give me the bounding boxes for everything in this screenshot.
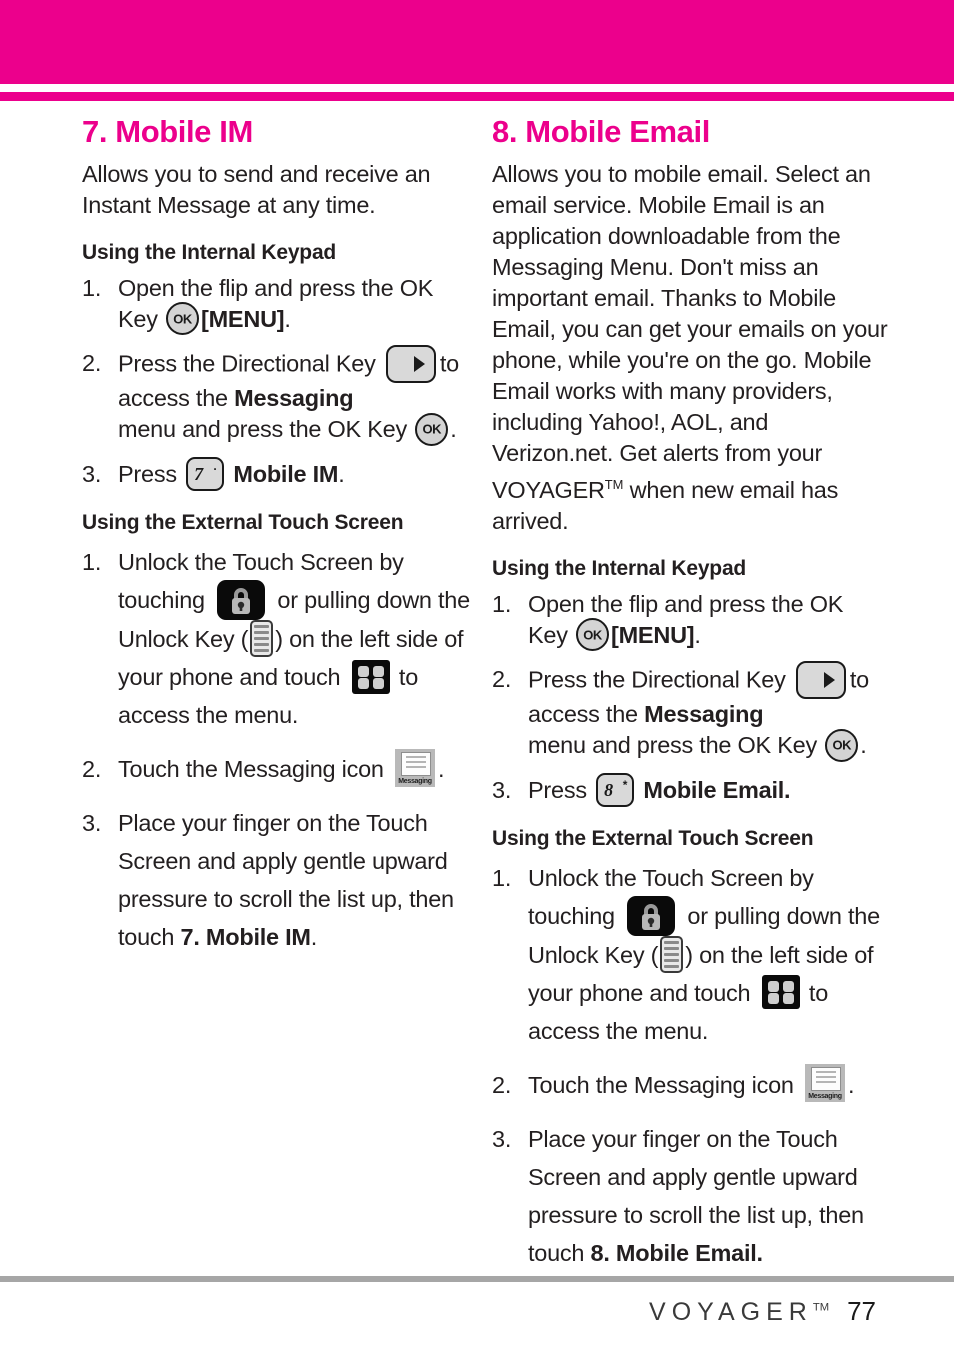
external-touch-steps-left: 1. Unlock the Touch Screen by touching or… [82, 543, 478, 956]
step-text: Press the Directional Key [118, 351, 376, 378]
lock-icon [217, 579, 266, 620]
step-text-end: . [310, 923, 318, 950]
step-number: 3. [492, 776, 512, 803]
step-number: 1. [492, 864, 512, 891]
unlock-key-icon [250, 620, 274, 658]
footer-rule [0, 1276, 954, 1282]
top-accent-band [0, 0, 954, 84]
step-text: Touch the Messaging icon [528, 1071, 794, 1098]
ok-key-icon [415, 412, 449, 446]
brand-text: VOYAGER [649, 1298, 813, 1326]
heading-external-touch-screen-left: Using the External Touch Screen [82, 510, 404, 534]
menu-grid-icon [761, 975, 800, 1010]
left-column: 7. Mobile IM Allows you to send and rece… [82, 101, 478, 972]
step-text-cont2: menu and press the OK Key [528, 732, 817, 759]
step-text-end: . [284, 306, 291, 333]
heading-internal-keypad-left: Using the Internal Keypad [82, 241, 337, 265]
internal-keypad-steps-right: 1.Open the flip and press the OK Key [ME… [492, 589, 888, 807]
step-text: Touch the Messaging icon [118, 755, 384, 782]
heading-internal-keypad-right: Using the Internal Keypad [492, 556, 747, 580]
mobile-email-menu-entry: 8. Mobile Email. [590, 1239, 764, 1266]
trademark-symbol: TM [604, 477, 624, 493]
ok-key-icon [166, 302, 200, 336]
list-item: 2. Touch the Messaging icon Messaging . [82, 748, 478, 788]
mobile-im-menu-entry: 7. Mobile IM [180, 923, 311, 950]
step-text: Press [118, 460, 177, 487]
step-text-end: . [338, 460, 345, 487]
trademark-symbol: TM [812, 1301, 830, 1314]
page-title-mobile-im: 7. Mobile IM [82, 114, 253, 149]
step-number: 3. [492, 1125, 512, 1152]
intro-text: Allows you to mobile email. Select an em… [492, 161, 888, 503]
key-seven-icon: 7 · [186, 456, 225, 491]
step-number: 2. [492, 1071, 512, 1098]
step-number: 3. [82, 809, 102, 836]
page-title-mobile-email: 8. Mobile Email [492, 114, 710, 149]
step-text-end: . [438, 755, 445, 782]
key-superscript: * [622, 777, 628, 792]
external-touch-steps-right: 1. Unlock the Touch Screen by touching or… [492, 859, 888, 1272]
messaging-app-icon: Messaging [395, 748, 435, 787]
list-item: 1. Unlock the Touch Screen by touching or… [82, 543, 478, 734]
unlock-key-icon [660, 935, 684, 973]
envelope-sheet [401, 751, 431, 776]
directional-key-icon [795, 661, 846, 700]
step-text-end: . [860, 732, 867, 759]
step-text-end: . [694, 621, 701, 648]
step-number: 2. [492, 666, 512, 693]
list-item: 3. Place your finger on the Touch Screen … [492, 1120, 888, 1272]
mobile-email-label: Mobile Email. [643, 776, 791, 803]
heading-external-touch-screen-right: Using the External Touch Screen [492, 826, 814, 850]
step-number: 2. [82, 350, 102, 377]
list-item: 3. Press 7 · Mobile IM. [82, 456, 478, 491]
step-text-end: . [848, 1071, 855, 1098]
ok-key-icon [825, 728, 859, 762]
internal-keypad-steps-left: 1.Open the flip and press the OK Key [ME… [82, 273, 478, 491]
footer: VOYAGERTM 77 [649, 1296, 876, 1327]
list-item: 1. Unlock the Touch Screen by touching or… [492, 859, 888, 1050]
step-number: 3. [82, 460, 102, 487]
top-accent-rule [0, 92, 954, 101]
envelope-sheet [811, 1067, 841, 1092]
step-text: Press [528, 776, 587, 803]
list-item: 1.Open the flip and press the OK Key [ME… [82, 273, 478, 336]
list-item: 2. Touch the Messaging icon Messaging . [492, 1064, 888, 1104]
messaging-tile-label: Messaging [808, 1093, 842, 1101]
page-number: 77 [847, 1296, 876, 1326]
ok-key-icon [576, 618, 610, 652]
right-column: 8. Mobile Email Allows you to mobile ema… [492, 101, 888, 1288]
menu-label: [MENU] [201, 306, 285, 333]
list-item: 3. Press 8 * Mobile Email. [492, 772, 888, 807]
messaging-label: Messaging [234, 385, 354, 412]
messaging-tile-label: Messaging [398, 777, 432, 785]
list-item: 2. Press the Directional Key to access th… [492, 661, 888, 762]
intro-paragraph-mobile-im: Allows you to send and receive an Instan… [82, 161, 431, 219]
page-content: 7. Mobile IM Allows you to send and rece… [0, 101, 954, 1265]
list-item: 3. Place your finger on the Touch Screen … [82, 804, 478, 956]
key-eight-icon: 8 * [596, 772, 635, 807]
step-number: 2. [82, 755, 102, 782]
step-number: 1. [82, 548, 102, 575]
list-item: 1.Open the flip and press the OK Key [ME… [492, 589, 888, 652]
step-text-end: . [450, 416, 457, 443]
step-number: 1. [492, 590, 512, 617]
key-digit: 7 [194, 463, 203, 484]
mobile-im-label: Mobile IM [233, 460, 339, 487]
key-superscript: · [213, 461, 218, 476]
step-text-cont2: menu and press the OK Key [118, 416, 407, 443]
intro-paragraph-mobile-email: Allows you to mobile email. Select an em… [492, 159, 888, 537]
directional-key-icon [385, 345, 436, 384]
step-number: 1. [82, 275, 102, 302]
step-text: Press the Directional Key [528, 666, 786, 693]
messaging-label: Messaging [644, 701, 764, 728]
messaging-app-icon: Messaging [805, 1064, 845, 1103]
key-digit: 8 [604, 779, 613, 800]
lock-icon [627, 895, 676, 936]
menu-grid-icon [351, 659, 390, 694]
list-item: 2. Press the Directional Key to access th… [82, 345, 478, 446]
brand-voyager: VOYAGERTM [649, 1298, 829, 1327]
menu-label: [MENU] [611, 621, 695, 648]
